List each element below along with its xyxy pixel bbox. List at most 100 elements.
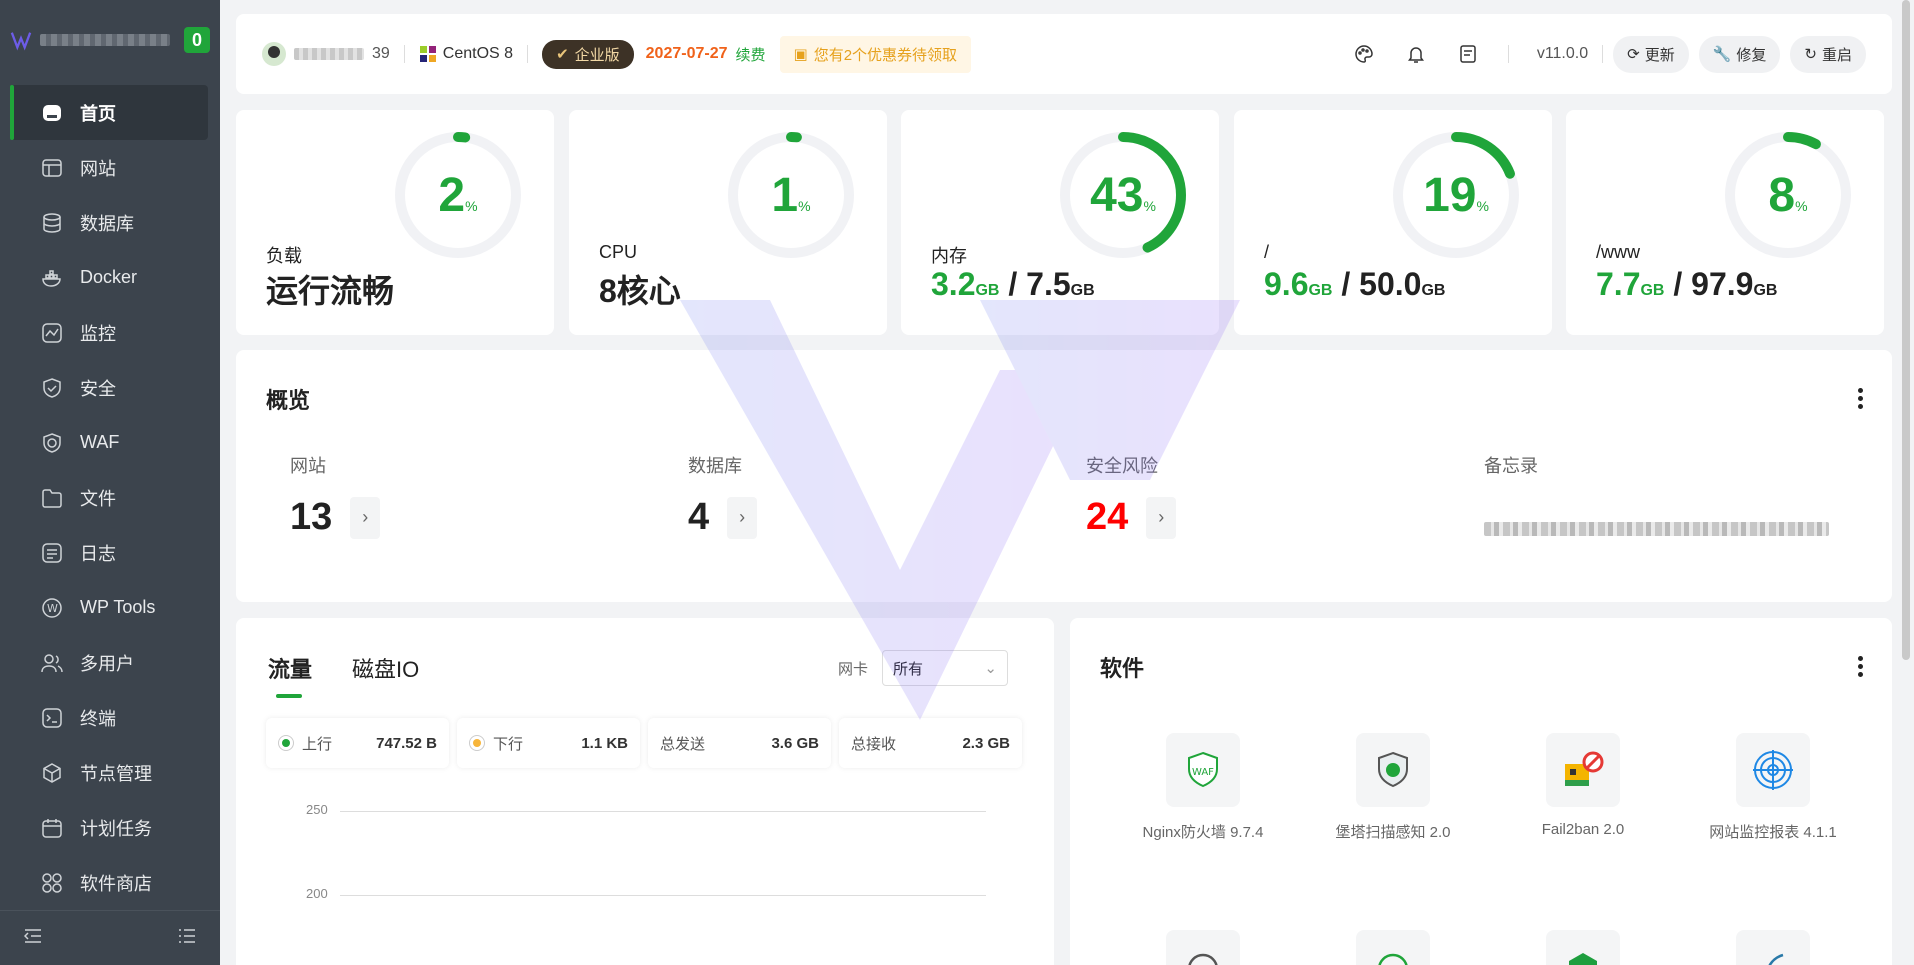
notes-icon[interactable] <box>1442 44 1494 64</box>
upload-stat[interactable]: 上行 747.52 B <box>266 718 449 768</box>
disk-root-card[interactable]: 19% / 9.6GB / 50.0GB <box>1234 110 1552 335</box>
bell-icon[interactable] <box>1390 44 1442 64</box>
sidebar-item-home[interactable]: 首页 <box>10 85 208 140</box>
nic-label: 网卡 <box>837 660 868 678</box>
load-label: 负载 <box>266 246 302 266</box>
nginx-icon <box>1546 930 1620 965</box>
divider <box>403 45 405 63</box>
software-item[interactable] <box>1493 930 1673 965</box>
software-item[interactable]: 堡塔扫描感知 2.0 <box>1303 733 1483 842</box>
sidebar-item-website[interactable]: 网站 <box>0 140 220 195</box>
nic-value: 所有 <box>893 660 924 678</box>
sidebar-item-wptools[interactable]: W WP Tools <box>0 580 220 635</box>
software-item[interactable] <box>1683 930 1863 965</box>
coupon-text: 您有2个优惠券待领取 <box>813 46 958 64</box>
top-header: 39 CentOS 8 ✔ 企业版 2027-07-27 续费 ▣ 您有2个优惠… <box>236 14 1892 94</box>
sites-count: 13 <box>290 496 333 538</box>
monitor-icon <box>40 321 64 345</box>
load-card[interactable]: 2% 负载 运行流畅 <box>236 110 554 335</box>
fail2ban-icon <box>1546 733 1620 807</box>
memory-usage: 3.2GB / 7.5GB <box>931 266 1095 302</box>
chevron-right-icon[interactable]: › <box>727 496 758 539</box>
sidebar-item-label: 首页 <box>80 103 116 124</box>
repair-label: 修复 <box>1736 46 1767 64</box>
chevron-right-icon[interactable]: › <box>350 496 381 539</box>
software-item[interactable]: Fail2ban 2.0 <box>1493 733 1673 838</box>
disk-www-card[interactable]: 8% /www 7.7GB / 97.9GB <box>1566 110 1884 335</box>
more-options-icon[interactable] <box>1858 656 1864 680</box>
wrench-icon: 🔧 <box>1712 46 1732 63</box>
sidebar-item-nodes[interactable]: 节点管理 <box>0 745 220 800</box>
disk-root-label: / <box>1264 242 1270 262</box>
notify-count-badge[interactable]: 0 <box>184 27 210 53</box>
sidebar-item-label: 多用户 <box>80 653 134 674</box>
upload-value: 747.52 B <box>376 734 437 752</box>
sidebar-item-store[interactable]: 软件商店 <box>0 855 220 910</box>
sidebar-item-monitor[interactable]: 监控 <box>0 305 220 360</box>
node-icon <box>40 761 64 785</box>
databases-label: 数据库 <box>688 456 742 476</box>
centos-icon <box>419 46 436 62</box>
sidebar-item-logs[interactable]: 日志 <box>0 525 220 580</box>
overview-risks[interactable]: 安全风险 24 › <box>1086 452 1177 539</box>
theme-palette-icon[interactable] <box>1338 44 1390 64</box>
download-stat[interactable]: 下行 1.1 KB <box>457 718 640 768</box>
restart-button[interactable]: ↻ 重启 <box>1790 35 1866 73</box>
sidebar-item-label: 计划任务 <box>80 818 152 839</box>
load-percent: 2% <box>438 169 478 222</box>
sidebar-item-waf[interactable]: WAF <box>0 415 220 470</box>
version: v11.0.0 <box>1536 45 1589 62</box>
tab-disk-io[interactable]: 磁盘IO <box>352 652 419 684</box>
software-card: 软件 WAF Nginx防火墙 9.7.4 堡塔扫描感知 2.0 Fail2ba… <box>1070 618 1892 965</box>
repair-button[interactable]: 🔧 修复 <box>1698 35 1781 73</box>
collapse-sidebar-icon[interactable] <box>23 928 42 949</box>
overview-databases[interactable]: 数据库 4 › <box>688 452 758 539</box>
software-item[interactable] <box>1303 930 1483 965</box>
restart-label: 重启 <box>1821 46 1852 64</box>
renew-link[interactable]: 续费 <box>736 44 766 65</box>
memory-percent: 43% <box>1090 169 1156 222</box>
sidebar-item-database[interactable]: 数据库 <box>0 195 220 250</box>
download-label: 下行 <box>493 735 524 753</box>
svg-text:WAF: WAF <box>1192 767 1214 778</box>
sidebar-item-docker[interactable]: Docker <box>0 250 220 305</box>
sidebar-item-cron[interactable]: 计划任务 <box>0 800 220 855</box>
nic-select[interactable]: 所有 ⌄ <box>882 650 1008 686</box>
chevron-down-icon: ⌄ <box>984 660 997 677</box>
divider <box>1507 45 1509 63</box>
terminal-icon <box>40 706 64 730</box>
sidebar-item-files[interactable]: 文件 <box>0 470 220 525</box>
docker-icon <box>40 266 64 290</box>
sidebar-item-security[interactable]: 安全 <box>0 360 220 415</box>
overview-card: 概览 网站 13 › 数据库 4 › 安全风险 24 › 备忘录 <box>236 350 1892 602</box>
coupon-banner[interactable]: ▣ 您有2个优惠券待领取 <box>779 35 972 73</box>
overview-sites[interactable]: 网站 13 › <box>290 452 381 539</box>
more-options-icon[interactable] <box>1858 388 1864 412</box>
tab-traffic[interactable]: 流量 <box>268 652 312 698</box>
load-gauge: 2% <box>393 130 523 260</box>
chevron-right-icon[interactable]: › <box>1146 496 1177 539</box>
overview-memo[interactable]: 备忘录 <box>1484 452 1829 536</box>
update-button[interactable]: ⟳ 更新 <box>1613 35 1689 73</box>
sidebar-item-label: 网站 <box>80 158 116 179</box>
user-info[interactable]: 39 <box>262 42 390 66</box>
disk-www-percent: 8% <box>1768 169 1808 222</box>
traffic-card: 流量 磁盘IO 网卡 所有 ⌄ 上行 747.52 B 下行 1.1 KB 总发… <box>236 618 1054 965</box>
cpu-card[interactable]: 1% CPU 8核心 <box>569 110 887 335</box>
software-item[interactable]: WAF Nginx防火墙 9.7.4 <box>1113 733 1293 842</box>
sidebar-item-users[interactable]: 多用户 <box>0 635 220 690</box>
software-item[interactable] <box>1113 930 1293 965</box>
enterprise-badge[interactable]: ✔ 企业版 <box>542 39 634 69</box>
sidebar-item-terminal[interactable]: 终端 <box>0 690 220 745</box>
brand: 0 <box>0 0 220 80</box>
memory-card[interactable]: 43% 内存 3.2GB / 7.5GB <box>901 110 1219 335</box>
waf-icon <box>40 431 64 455</box>
header-actions: v11.0.0 ⟳ 更新 🔧 修复 ↻ 重启 <box>1338 35 1866 73</box>
menu-list-icon[interactable] <box>178 928 196 949</box>
sidebar-item-label: Docker <box>80 267 138 287</box>
cpu-cores: 8核心 <box>599 273 681 309</box>
divider <box>527 45 529 63</box>
software-item[interactable]: 网站监控报表 4.1.1 <box>1683 733 1863 842</box>
expire-date: 2027-07-27 <box>645 45 728 62</box>
scrollbar[interactable] <box>1902 0 1910 660</box>
